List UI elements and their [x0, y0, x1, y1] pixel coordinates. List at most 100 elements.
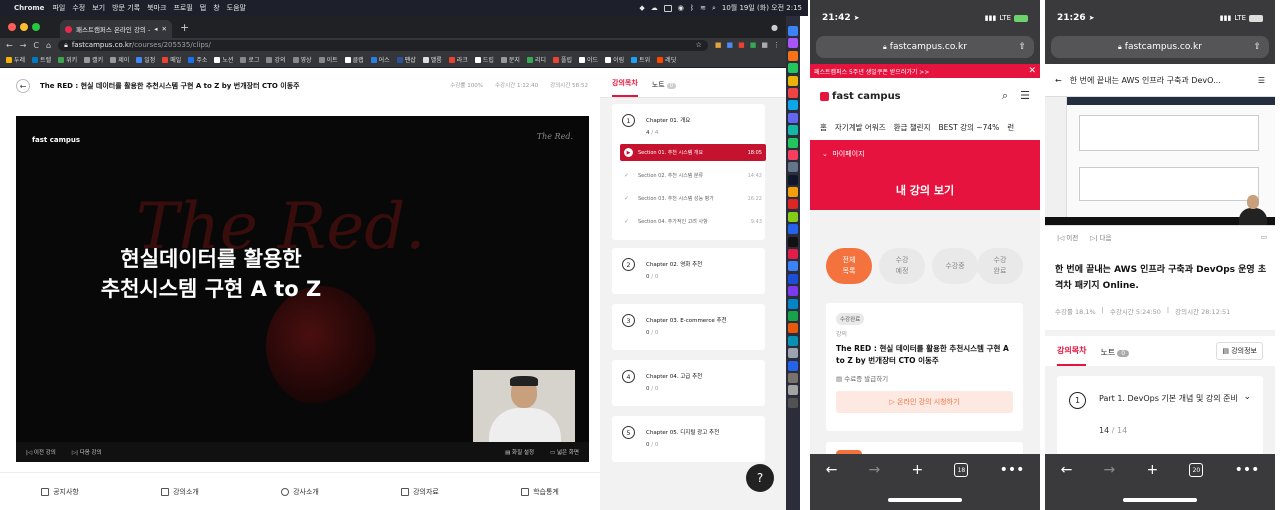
dropbox-icon[interactable]: ◆: [639, 4, 644, 12]
trash-icon[interactable]: [788, 397, 798, 408]
part-card[interactable]: 1 Part 1. DevOps 기본 개념 및 강의 준비 ⌄ 14 / 14: [1057, 376, 1263, 456]
address-bar[interactable]: 🔒︎ fastcampus.co.kr/courses/205535/clips…: [58, 39, 708, 51]
speaker-icon[interactable]: ◂: [154, 25, 157, 33]
home-icon[interactable]: ⌂: [46, 41, 51, 50]
filter-all[interactable]: 전체 목록: [826, 248, 872, 284]
chapter-card[interactable]: 4 Chapter 04. 고급 추천 0 / 0: [612, 360, 765, 406]
dock-app-icon[interactable]: [788, 199, 798, 210]
nav-item[interactable]: BEST 강의 ~74%: [938, 122, 999, 133]
dock-app-icon[interactable]: [788, 187, 798, 198]
certificate-link[interactable]: ▤ 수료증 발급하기: [836, 373, 888, 383]
back-arrow-icon[interactable]: ←: [16, 79, 30, 93]
bookmark-item[interactable]: 트렐: [32, 55, 51, 64]
dock-app-icon[interactable]: [788, 323, 798, 334]
bookmark-item[interactable]: 어스: [370, 55, 390, 64]
browser-tab[interactable]: 패스트캠퍼스 온라인 강의 - Th ◂ ✕: [60, 20, 172, 38]
dock-app-icon[interactable]: [788, 100, 798, 111]
tab-toc[interactable]: 강의목차: [612, 78, 638, 97]
dock-app-icon[interactable]: [788, 372, 798, 383]
next-lecture-button[interactable]: ▷| 다음 강의: [72, 448, 102, 456]
dock-app-icon[interactable]: [788, 236, 798, 247]
dock-app-icon[interactable]: [788, 112, 798, 123]
bookmark-item[interactable]: 이드: [579, 55, 598, 64]
dock-app-icon[interactable]: [788, 50, 798, 61]
bluetooth-icon[interactable]: ᛒ: [690, 4, 694, 12]
more-icon[interactable]: •••: [1000, 462, 1025, 478]
nav-instructor[interactable]: 강사소개: [281, 487, 319, 497]
tabs-button[interactable]: 20: [1189, 463, 1204, 477]
dock-app-icon[interactable]: [788, 273, 798, 284]
dock-app-icon[interactable]: [788, 298, 798, 309]
menubar-item[interactable]: 북마크: [147, 3, 166, 13]
dock-app-icon[interactable]: [788, 385, 798, 396]
search-icon[interactable]: ⌕: [1002, 89, 1008, 103]
menubar-item[interactable]: 수정: [72, 3, 85, 13]
expand-icon[interactable]: ▭: [1261, 233, 1267, 241]
dock-app-icon[interactable]: [788, 224, 798, 235]
tab-toc[interactable]: 강의목차: [1057, 345, 1087, 366]
menubar-datetime[interactable]: 10월 19일 (화) 오전 2:15: [722, 3, 802, 13]
video-player[interactable]: The Red. fast campus The Red. 현실데이터를 활용한…: [16, 116, 589, 462]
bookmark-item[interactable]: 로그: [240, 55, 259, 64]
bookmark-item[interactable]: 플립: [552, 55, 572, 64]
menubar-item[interactable]: 프로필: [173, 3, 192, 13]
bookmark-item[interactable]: 일정: [136, 55, 155, 64]
menubar-item[interactable]: 방문 기록: [112, 3, 140, 13]
dock-app-icon[interactable]: [788, 211, 798, 222]
dock-app-icon[interactable]: [788, 249, 798, 260]
menubar-app-name[interactable]: Chrome: [14, 4, 44, 12]
cloud-icon[interactable]: ☁: [651, 4, 658, 12]
forward-icon[interactable]: →: [869, 462, 881, 478]
dock-app-icon[interactable]: [788, 75, 798, 86]
bookmark-item[interactable]: 이트: [318, 55, 338, 64]
share-icon[interactable]: ⇧: [1253, 42, 1261, 52]
prev-lecture-button[interactable]: |◁ 이전 강의: [26, 448, 56, 456]
dock-app-icon[interactable]: [788, 348, 798, 359]
nav-materials[interactable]: 강의자료: [401, 487, 439, 497]
nav-item[interactable]: 자기계발 어워즈: [835, 122, 886, 133]
more-icon[interactable]: ⋮: [773, 41, 780, 49]
back-icon[interactable]: ←: [826, 462, 838, 478]
record-icon[interactable]: ◉: [678, 4, 684, 12]
menubar-item[interactable]: 도움말: [227, 3, 246, 13]
menubar-item[interactable]: 파일: [52, 3, 65, 13]
filter-completed[interactable]: 수강 완료: [977, 248, 1023, 284]
dock-app-icon[interactable]: [788, 174, 798, 185]
bookmark-item[interactable]: 팬샵: [396, 55, 416, 64]
bookmark-item[interactable]: 드립: [474, 55, 494, 64]
bookmark-item[interactable]: 캘키: [84, 55, 103, 64]
course-info-button[interactable]: ▤ 강의정보: [1216, 342, 1263, 360]
bookmark-item[interactable]: 제이: [110, 55, 129, 64]
display-icon[interactable]: [663, 4, 672, 12]
bookmark-item[interactable]: 영상: [292, 55, 312, 64]
nav-stats[interactable]: 학습통계: [521, 487, 559, 497]
extension-icon[interactable]: ■: [761, 41, 768, 49]
bookmark-item[interactable]: 클랩: [344, 55, 364, 64]
section-item[interactable]: ✓ Section 04. 추가적인 고려 사항 9:43: [620, 213, 766, 230]
extension-icon[interactable]: ■: [727, 41, 734, 49]
zoom-window-button[interactable]: [32, 23, 40, 31]
close-window-button[interactable]: [8, 23, 16, 31]
dock-app-icon[interactable]: [788, 63, 798, 74]
video-player[interactable]: [1045, 96, 1275, 226]
share-icon[interactable]: ⇧: [1018, 42, 1026, 52]
new-tab-button[interactable]: +: [180, 21, 189, 34]
dock-app-icon[interactable]: [788, 286, 798, 297]
mypage-dropdown[interactable]: ⌄ 마이페이지: [822, 149, 865, 159]
menu-icon[interactable]: ☰: [1258, 76, 1265, 85]
chapter-card[interactable]: 3 Chapter 03. E-commerce 추천 0 / 0: [612, 304, 765, 350]
extension-icon[interactable]: ■: [715, 41, 722, 49]
safari-url-bar[interactable]: 🔒︎ fastcampus.co.kr ⇧: [810, 36, 1040, 64]
section-item[interactable]: ✓ Section 02. 추천 시스템 분류 14:42: [620, 167, 766, 184]
wifi-icon[interactable]: ≋: [700, 4, 706, 12]
nav-item[interactable]: 환급 챌린지: [894, 122, 931, 133]
quality-setting-button[interactable]: ▤ 화질 설정: [505, 448, 534, 456]
nav-course-intro[interactable]: 강의소개: [161, 487, 199, 497]
dock-app-icon[interactable]: [788, 149, 798, 160]
bookmark-item[interactable]: 밸룸: [422, 55, 442, 64]
bookmark-item[interactable]: 문지: [500, 55, 520, 64]
tab-notes[interactable]: 노트 0: [652, 80, 677, 97]
chevron-down-icon[interactable]: ⌄: [1243, 392, 1251, 402]
bookmark-item[interactable]: 레딧: [657, 55, 676, 64]
tabs-button[interactable]: 18: [954, 463, 969, 477]
